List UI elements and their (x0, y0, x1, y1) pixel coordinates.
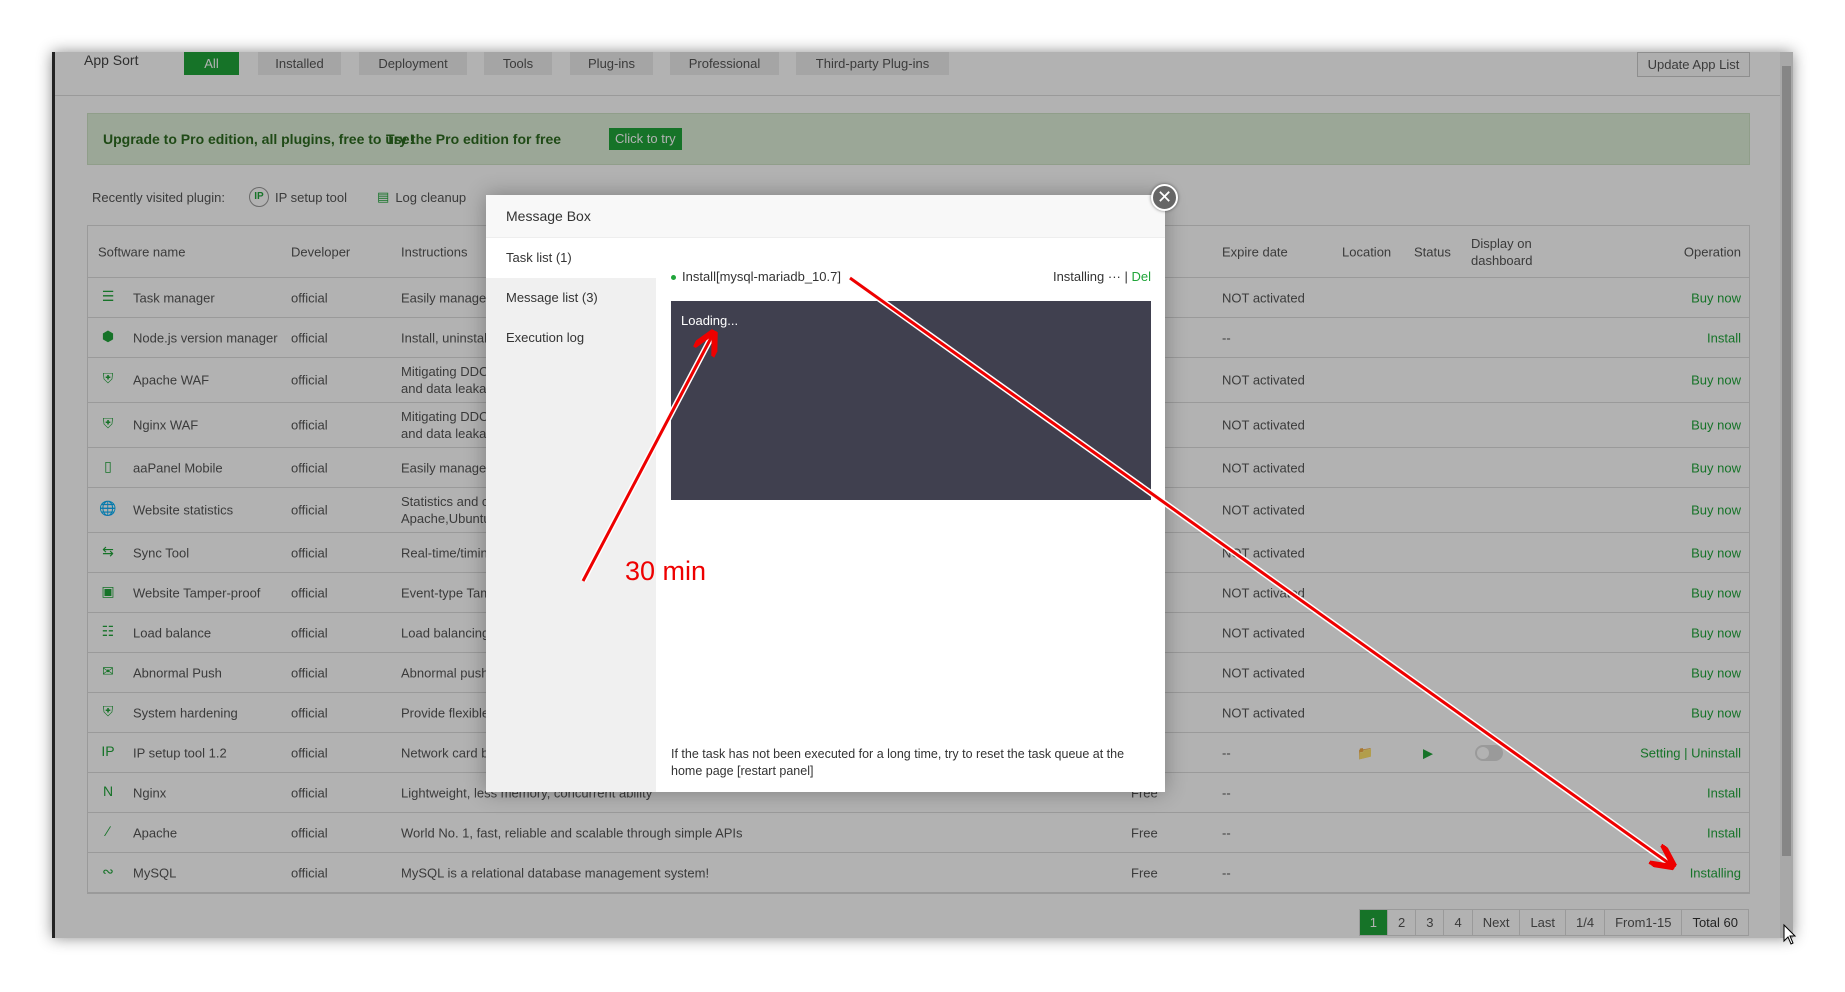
annotation-text: 30 min (625, 556, 707, 586)
annotation-arrows (580, 275, 1797, 945)
arrow-to-console (580, 336, 712, 583)
arrow-to-installing (848, 275, 1670, 864)
mouse-cursor-icon (1783, 923, 1797, 945)
